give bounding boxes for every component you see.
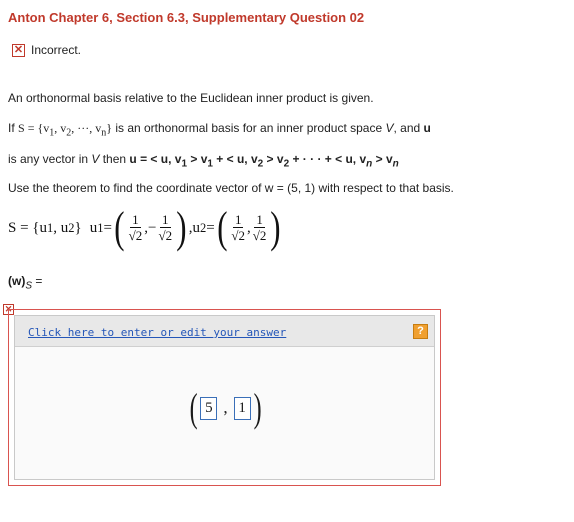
help-icon[interactable]: ? <box>413 324 428 339</box>
answer-box: Click here to enter or edit your answer … <box>8 309 441 486</box>
status-indicator: ✕ Incorrect. <box>12 43 81 57</box>
fraction: 1 √2 <box>252 212 267 243</box>
basis-formula: S = {u 1, u 2} u1 = ( 1 √2 , − 1 √2 ) , u 2 = … <box>8 203 281 252</box>
x-mark-icon: ✕ <box>12 43 25 57</box>
problem-line-1: An orthonormal basis relative to the Euc… <box>8 91 374 105</box>
edit-answer-link[interactable]: Click here to enter or edit your answer <box>28 326 286 339</box>
answer-cell-1[interactable]: 5 <box>200 396 218 420</box>
answer-tuple: ( 5 , 1 ) <box>189 385 262 430</box>
status-text: Incorrect. <box>31 43 82 57</box>
problem-line-3: is any vector in V then u = < u, v1 > v1… <box>8 152 399 170</box>
question-title: Anton Chapter 6, Section 6.3, Supplement… <box>8 10 365 25</box>
set-s: S = {v1, v2, ···, vn} <box>18 121 112 139</box>
fraction: 1 √2 <box>158 212 173 243</box>
fraction: 1 √2 <box>128 212 143 243</box>
fraction: 1 √2 <box>231 212 246 243</box>
answer-panel: Click here to enter or edit your answer … <box>14 315 435 480</box>
problem-line-4: Use the theorem to find the coordinate v… <box>8 181 454 195</box>
expansion-formula: u = < u, v1 > v1 + < u, v2 > v2 + · · · … <box>129 152 399 170</box>
answer-prompt: (w)S = <box>8 274 43 292</box>
answer-cell-2[interactable]: 1 <box>233 396 251 420</box>
problem-line-2: If S = {v1, v2, ···, vn} is an orthonorm… <box>8 121 431 139</box>
answer-toolbar: Click here to enter or edit your answer … <box>15 316 434 347</box>
